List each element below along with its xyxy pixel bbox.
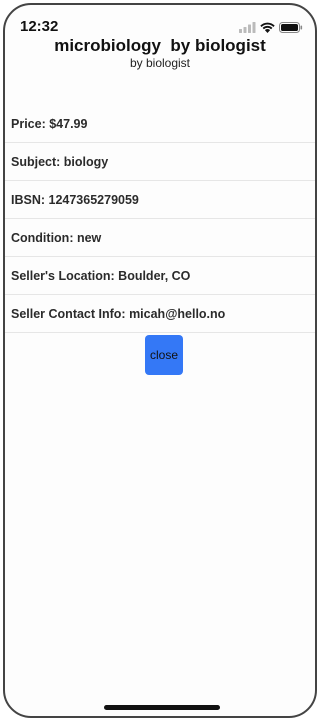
subject-row: Subject: biology <box>5 143 315 181</box>
price-row: Price: $47.99 <box>5 105 315 143</box>
wifi-icon <box>260 22 275 33</box>
home-indicator[interactable] <box>104 705 220 710</box>
listing-title: microbiology by biologist <box>54 36 266 55</box>
condition-row: Condition: new <box>5 219 315 257</box>
seller-contact-row: Seller Contact Info: micah@hello.no <box>5 295 315 333</box>
listing-author: by biologist <box>129 56 191 70</box>
seller-location-row: Seller's Location: Boulder, CO <box>5 257 315 295</box>
battery-icon <box>279 22 303 33</box>
cellular-signal-icon <box>239 22 256 33</box>
status-bar: 12:32 <box>5 5 315 35</box>
status-icons <box>239 19 303 33</box>
phone-frame: 12:32 microbiology by biologist by biolo… <box>3 3 317 718</box>
close-button[interactable]: close <box>145 335 183 375</box>
listing-details: Price: $47.99 Subject: biology IBSN: 124… <box>5 105 315 333</box>
status-time: 12:32 <box>20 18 59 35</box>
isbn-row: IBSN: 1247365279059 <box>5 181 315 219</box>
